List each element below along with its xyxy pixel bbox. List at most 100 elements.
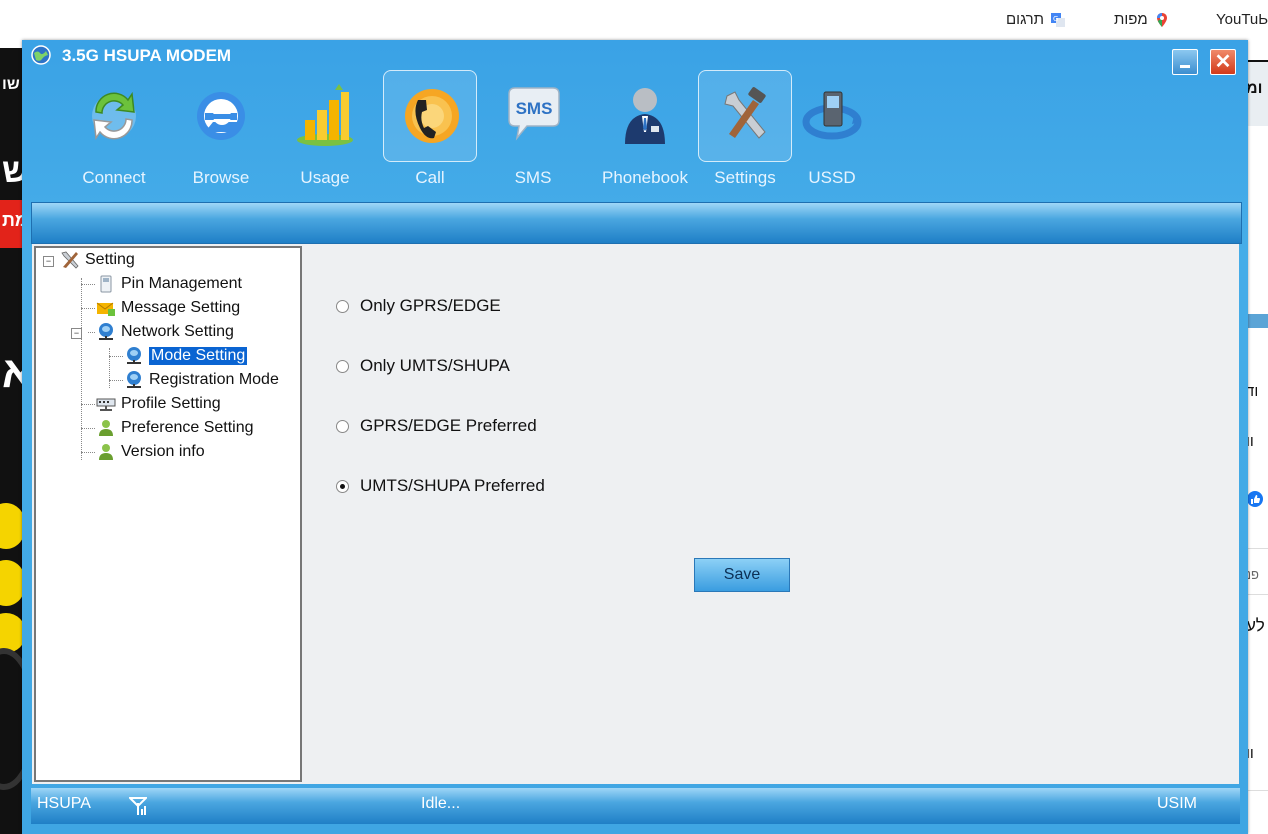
status-bar: HSUPA Idle... USIM (31, 788, 1240, 824)
network-type: HSUPA (37, 795, 91, 812)
tree-node-label: Registration Mode (149, 371, 279, 388)
save-button[interactable]: Save (694, 558, 790, 592)
settings-panel: − − Setting Pin Management Message Setti… (32, 244, 1239, 784)
tree-node-setting[interactable]: Setting (60, 249, 135, 271)
tree-node-version-info[interactable]: Version info (96, 441, 205, 463)
globe-app-icon (31, 45, 51, 65)
user-icon (99, 444, 113, 460)
close-button[interactable]: ✕ (1210, 49, 1236, 75)
toolbar-ussd[interactable]: USSD (785, 70, 879, 222)
tree-connector (109, 380, 123, 381)
collapse-toggle[interactable]: − (71, 328, 82, 339)
toolbar-label: Settings (714, 168, 776, 187)
tree-node-profile-setting[interactable]: Profile Setting (96, 393, 221, 415)
background-blue-strip (1246, 314, 1268, 328)
toolbar-label: Call (415, 168, 445, 187)
mode-option-only-umts-shupa[interactable]: Only UMTS/SHUPA (336, 356, 510, 376)
svg-text:SMS: SMS (516, 99, 553, 118)
tree-node-label: Profile Setting (121, 395, 221, 412)
divider (1246, 548, 1268, 549)
tree-connector (81, 278, 82, 460)
divider (1246, 594, 1268, 595)
tree-node-label: Version info (121, 443, 205, 460)
phone-call-icon (405, 89, 459, 143)
tree-node-label: Network Setting (121, 323, 234, 340)
toolbar-call[interactable]: Call (383, 70, 477, 222)
toolbar-label: SMS (514, 168, 552, 187)
tools-icon (61, 251, 79, 269)
divider (1246, 790, 1268, 791)
profile-device-icon (96, 398, 116, 411)
sms-bubble-icon: SMS (508, 87, 560, 141)
tree-connector (109, 348, 110, 388)
toolbar-usage[interactable]: Usage (278, 70, 372, 222)
mode-option-label: UMTS/SHUPA Preferred (360, 476, 545, 495)
mode-option-gprs-edge-preferred[interactable]: GPRS/EDGE Preferred (336, 416, 537, 436)
tree-connector (81, 452, 95, 453)
browser-bookmarks-bar: תרגום G מפות YouTuЬ (0, 0, 1268, 42)
mode-option-label: Only UMTS/SHUPA (360, 356, 510, 375)
modem-window: 3.5G HSUPA MODEM ✕ Connect Browse Usage … (22, 40, 1248, 834)
background-text: ומ (1246, 80, 1263, 97)
tree-node-pin-management[interactable]: Pin Management (96, 273, 242, 295)
toolbar-label: Connect (82, 168, 146, 187)
phonebook-person-icon (625, 88, 665, 144)
toolbar-connect[interactable]: Connect (67, 70, 161, 222)
toolbar-label: Usage (300, 168, 350, 187)
tree-connector (109, 356, 123, 357)
radio-button[interactable] (336, 419, 349, 433)
minimize-button[interactable] (1172, 49, 1198, 75)
network-globe-icon (99, 323, 113, 340)
toolbar-label: Phonebook (601, 168, 689, 187)
sim-card-icon (100, 275, 112, 293)
window-title: 3.5G HSUPA MODEM (62, 46, 232, 65)
tree-connector (81, 308, 95, 309)
tree-connector (81, 404, 95, 405)
tree-node-preference-setting[interactable]: Preference Setting (96, 417, 254, 439)
tree-node-label: Message Setting (121, 299, 241, 316)
user-icon (99, 420, 113, 436)
tree-connector (88, 332, 95, 333)
toolbar-phonebook[interactable]: Phonebook (598, 70, 692, 222)
tree-node-label: Mode Setting (149, 347, 248, 365)
radio-button[interactable] (336, 359, 349, 373)
like-icon (1247, 491, 1263, 507)
collapse-toggle[interactable]: − (43, 256, 54, 267)
toolbar-settings[interactable]: Settings (698, 70, 792, 222)
content-header-band (31, 202, 1242, 244)
network-globe-icon (127, 347, 141, 364)
sim-type: USIM (1157, 795, 1197, 812)
usage-bar-chart-icon (297, 84, 353, 146)
bookmark-youtube[interactable]: YouTuЬ (1216, 11, 1268, 28)
close-icon: ✕ (1214, 51, 1232, 73)
mode-option-only-gprs-edge[interactable]: Only GPRS/EDGE (336, 296, 501, 316)
tree-node-registration-mode[interactable]: Registration Mode (124, 369, 279, 391)
tree-node-mode-setting[interactable]: Mode Setting (124, 345, 248, 367)
mode-option-umts-shupa-preferred[interactable]: UMTS/SHUPA Preferred (336, 476, 545, 496)
tree-node-label: Preference Setting (121, 419, 254, 436)
toolbar-browse[interactable]: Browse (174, 70, 268, 222)
translate-icon: G (1051, 12, 1066, 27)
browser-e-icon (197, 92, 245, 140)
toolbar-label: Browse (192, 168, 250, 187)
radio-button-selected[interactable] (336, 479, 349, 493)
toolbar-sms[interactable]: SMS SMS (486, 70, 580, 222)
maps-pin-icon (1156, 12, 1167, 27)
bookmark-maps[interactable]: מפות (1114, 11, 1170, 28)
network-globe-icon (127, 371, 141, 388)
connection-state: Idle... (421, 795, 461, 812)
signal-antenna-icon (129, 797, 147, 815)
mode-option-label: GPRS/EDGE Preferred (360, 416, 537, 435)
settings-tools-icon (724, 87, 766, 139)
bookmark-translate-label: תרגום (1006, 11, 1045, 28)
background-page-right: ומ וד וו פנ לע וו (1246, 48, 1268, 834)
settings-tree: − − Setting Pin Management Message Setti… (34, 246, 302, 782)
tree-node-message-setting[interactable]: Message Setting (96, 297, 240, 319)
svg-text:G: G (1053, 15, 1058, 23)
tree-node-network-setting[interactable]: Network Setting (96, 321, 234, 343)
background-text: שו (2, 76, 20, 93)
message-envelope-icon (96, 302, 115, 316)
bookmark-translate[interactable]: תרגום G (1006, 11, 1066, 28)
radio-button[interactable] (336, 299, 349, 313)
background-text: לע (1246, 616, 1265, 635)
